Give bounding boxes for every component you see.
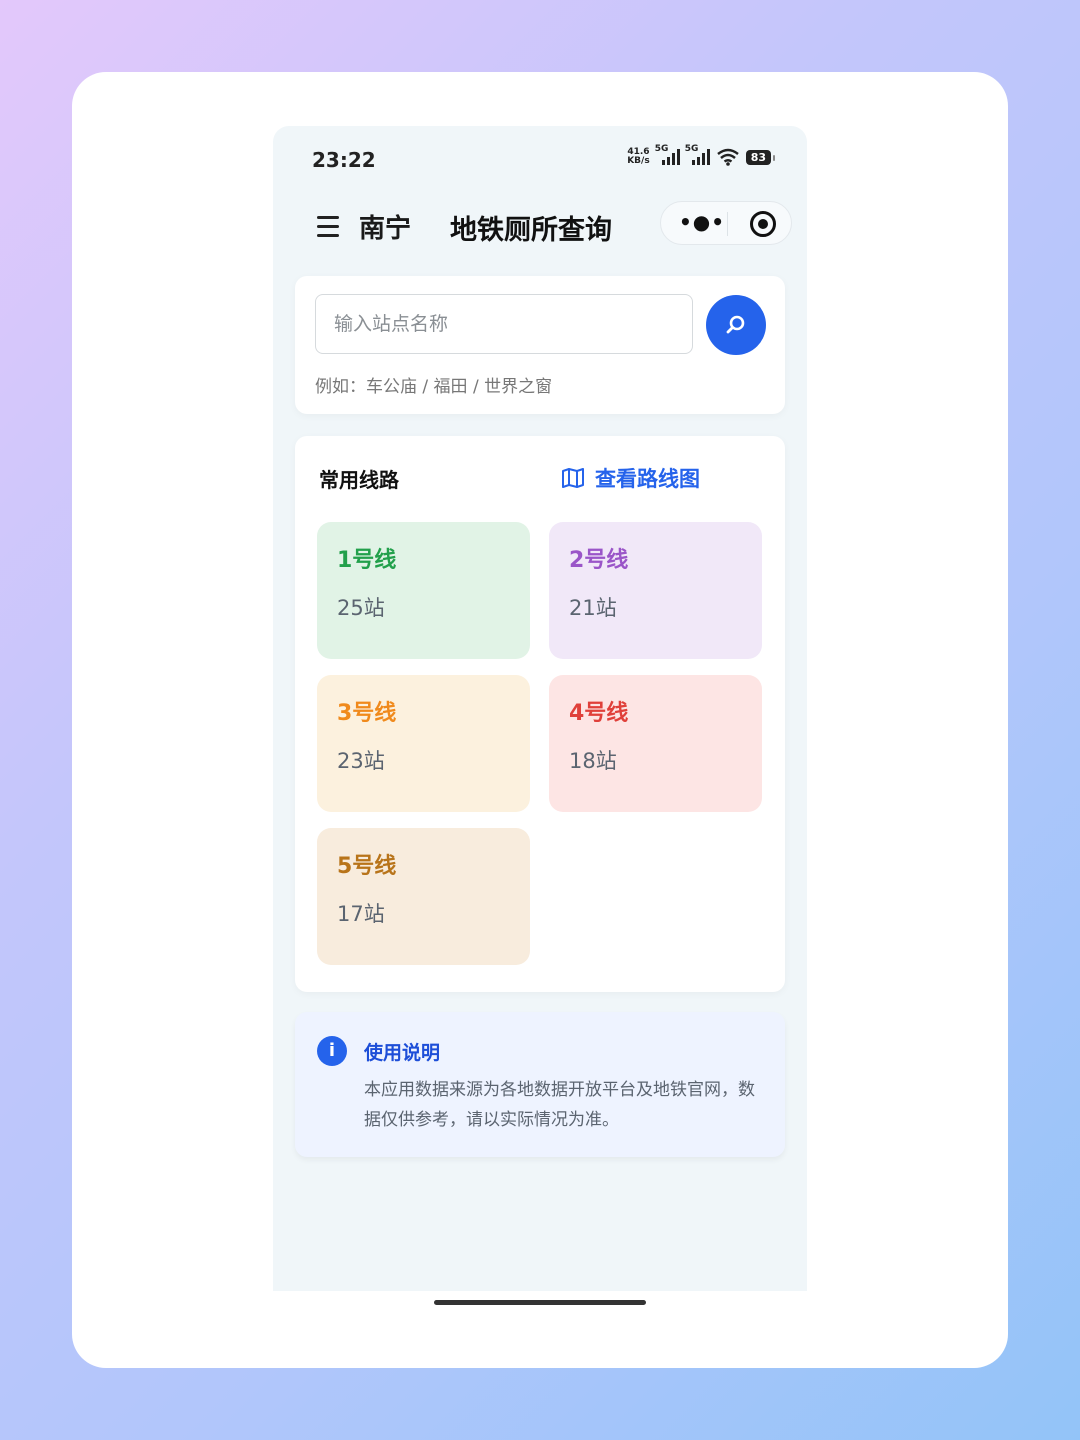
line-card-4[interactable]: 4号线 18站 bbox=[549, 675, 762, 812]
status-icons: 41.6 KB/s 5G 5G 83 bbox=[627, 144, 776, 166]
line-name: 4号线 bbox=[569, 701, 629, 726]
signal-5g-icon-2: 5G bbox=[685, 144, 710, 165]
section-title: 常用线路 bbox=[319, 468, 399, 492]
status-bar: 23:22 41.6 KB/s 5G 5G 83 bbox=[273, 126, 807, 192]
view-route-map-label: 查看路线图 bbox=[595, 467, 700, 491]
line-card-2[interactable]: 2号线 21站 bbox=[549, 522, 762, 659]
network-speed: 41.6 KB/s bbox=[627, 147, 650, 166]
info-title: 使用说明 bbox=[364, 1042, 441, 1064]
search-icon bbox=[726, 315, 745, 334]
line-card-5[interactable]: 5号线 17站 bbox=[317, 828, 530, 965]
info-icon: i bbox=[317, 1036, 347, 1066]
more-dots-icon[interactable]: •●• bbox=[679, 210, 725, 234]
capsule-divider bbox=[727, 212, 728, 236]
view-route-map-link[interactable]: 查看路线图 bbox=[561, 463, 700, 493]
search-card: 例如：车公庙 / 福田 / 世界之窗 bbox=[295, 276, 785, 414]
status-time: 23:22 bbox=[312, 148, 376, 172]
line-name: 3号线 bbox=[337, 701, 397, 726]
search-button[interactable] bbox=[706, 295, 766, 355]
phone-screen: 23:22 41.6 KB/s 5G 5G 83 南宁 地铁厕所查询 •●• 输… bbox=[273, 126, 807, 1291]
station-search-input[interactable] bbox=[315, 294, 693, 354]
signal-5g-icon: 5G bbox=[655, 144, 680, 165]
usage-info-card: i 使用说明 本应用数据来源为各地数据开放平台及地铁官网，数据仅供参考，请以实际… bbox=[295, 1012, 785, 1157]
line-station-count: 23站 bbox=[337, 749, 385, 773]
nav-bar: 南宁 地铁厕所查询 •●• bbox=[273, 196, 807, 256]
page-title: 地铁厕所查询 bbox=[450, 215, 612, 246]
info-text: 本应用数据来源为各地数据开放平台及地铁官网，数据仅供参考，请以实际情况为准。 bbox=[364, 1080, 755, 1130]
line-name: 5号线 bbox=[337, 854, 397, 879]
search-hint: 例如：车公庙 / 福田 / 世界之窗 bbox=[315, 377, 553, 397]
common-lines-card: 常用线路 查看路线图 1号线 25站 2号线 21站 3号线 23站 4号线 1… bbox=[295, 436, 785, 992]
map-icon bbox=[562, 468, 584, 488]
wifi-icon bbox=[716, 148, 739, 166]
mini-program-capsule: •●• bbox=[660, 201, 792, 245]
line-station-count: 18站 bbox=[569, 749, 617, 773]
city-selector[interactable]: 南宁 bbox=[359, 208, 411, 245]
battery-indicator: 83 bbox=[745, 149, 776, 165]
hamburger-menu-icon[interactable] bbox=[317, 216, 339, 237]
line-station-count: 17站 bbox=[337, 902, 385, 926]
line-name: 2号线 bbox=[569, 548, 629, 573]
line-card-3[interactable]: 3号线 23站 bbox=[317, 675, 530, 812]
line-station-count: 25站 bbox=[337, 596, 385, 620]
line-name: 1号线 bbox=[337, 548, 397, 573]
line-card-1[interactable]: 1号线 25站 bbox=[317, 522, 530, 659]
line-station-count: 21站 bbox=[569, 596, 617, 620]
target-circle-icon[interactable] bbox=[750, 211, 776, 237]
home-indicator[interactable] bbox=[434, 1300, 646, 1305]
